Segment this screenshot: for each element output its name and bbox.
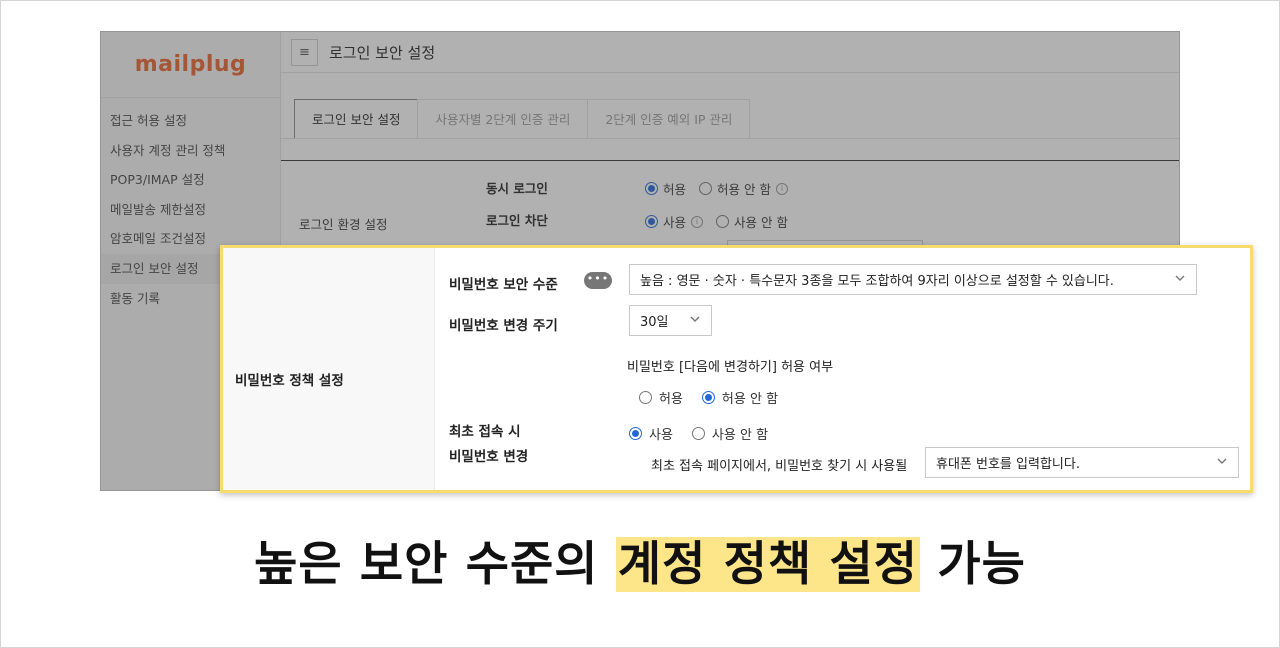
chevron-down-icon [689,313,701,325]
chevron-down-icon [1216,455,1228,467]
find-password-value: 휴대폰 번호를 입력합니다. [936,457,1080,472]
change-cycle-select[interactable]: 30일 [629,305,712,336]
find-password-select[interactable]: 휴대폰 번호를 입력합니다. [925,447,1239,478]
caption-prefix: 높은 보안 수준의 [254,537,616,592]
defer-allow-label: 허용 [659,392,683,407]
defer-change-options: 허용 허용 안 함 [639,388,778,407]
first-login-use-label: 사용 [649,428,673,443]
caption: 높은 보안 수준의 계정 정책 설정 가능 [0,525,1280,594]
defer-change-label: 비밀번호 [다음에 변경하기] 허용 여부 [627,360,834,375]
first-login-use-radio[interactable] [629,427,642,440]
security-level-value: 높음 : 영문 · 숫자 · 특수문자 3종을 모두 조합하여 9자리 이상으로… [640,274,1114,289]
defer-deny-label: 허용 안 함 [721,392,779,407]
first-login-label-line2: 비밀번호 변경 [449,449,529,465]
first-login-options: 사용 사용 안 함 [629,424,768,443]
defer-allow-radio[interactable] [639,391,652,404]
find-password-label: 최초 접속 페이지에서, 비밀번호 찾기 시 사용될 [651,459,908,474]
first-login-nouse-label: 사용 안 함 [711,428,769,443]
caption-highlight: 계정 정책 설정 [615,537,921,592]
first-login-label-line1: 최초 접속 시 [449,424,521,440]
change-cycle-label: 비밀번호 변경 주기 [449,318,558,334]
defer-deny-radio[interactable] [701,391,715,404]
caption-suffix: 가능 [920,537,1026,592]
more-dots-icon[interactable]: ••• [584,272,612,289]
change-cycle-value: 30일 [640,315,669,330]
security-level-label: 비밀번호 보안 수준 [449,277,558,293]
panel-label-column: 비밀번호 정책 설정 [223,248,435,490]
password-policy-panel: 비밀번호 정책 설정 비밀번호 보안 수준 ••• 높음 : 영문 · 숫자 ·… [220,245,1253,493]
security-level-select[interactable]: 높음 : 영문 · 숫자 · 특수문자 3종을 모두 조합하여 9자리 이상으로… [629,264,1197,295]
first-login-nouse-radio[interactable] [691,427,705,440]
chevron-down-icon [1174,272,1186,284]
password-policy-section-label: 비밀번호 정책 설정 [235,373,344,389]
